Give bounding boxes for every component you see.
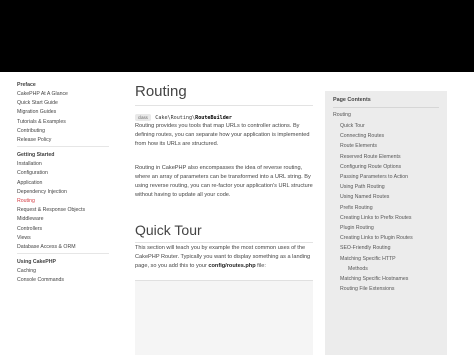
sidebar-section-getting-started[interactable]: Getting Started	[17, 152, 54, 158]
sidebar-item-release-policy[interactable]: Release Policy	[17, 137, 51, 143]
sidebar-item-database-access-orm[interactable]: Database Access & ORM	[17, 244, 76, 250]
sidebar-section-preface[interactable]: Preface	[17, 82, 36, 88]
toc-item-prefix-routing[interactable]: Prefix Routing	[340, 205, 373, 211]
sidebar-nav: Preface CakePHP At A Glance Quick Start Gu…	[0, 72, 120, 355]
page-title: Routing	[135, 83, 187, 100]
intro-paragraph: Routing provides you tools that map URLs…	[135, 123, 310, 148]
sidebar-item-migration-guides[interactable]: Migration Guides	[17, 109, 56, 115]
sidebar-item-configuration[interactable]: Configuration	[17, 170, 48, 176]
page-contents-divider	[333, 107, 439, 108]
toc-item-plugin-routing[interactable]: Plugin Routing	[340, 225, 374, 231]
routes-file-name: config/routes.php	[208, 263, 256, 270]
quick-tour-text-b: file:	[255, 263, 266, 270]
toc-item-seo-friendly-routing[interactable]: SEO-Friendly Routing	[340, 245, 390, 251]
toc-item-matching-specific-hostnames[interactable]: Matching Specific Hostnames	[340, 276, 408, 282]
toc-item-creating-links-to-plugin-routes[interactable]: Creating Links to Plugin Routes	[340, 235, 413, 241]
page-contents-panel: Page Contents Routing Quick Tour Connectin…	[325, 91, 447, 355]
class-tag: class	[135, 114, 151, 121]
quick-tour-heading: Quick Tour	[135, 222, 202, 238]
toc-item-routing-file-extensions[interactable]: Routing File Extensions	[340, 286, 395, 292]
toc-item-quick-tour[interactable]: Quick Tour	[340, 123, 365, 129]
sidebar-section-divider	[17, 253, 109, 255]
reverse-routing-paragraph: Routing in CakePHP also encompasses the …	[135, 165, 313, 199]
sidebar-item-tutorials-examples[interactable]: Tutorials & Examples	[17, 119, 66, 125]
toc-item-creating-links-to-prefix-routes[interactable]: Creating Links to Prefix Routes	[340, 215, 412, 221]
toc-item-routing[interactable]: Routing	[333, 112, 351, 118]
sidebar-item-caching[interactable]: Caching	[17, 268, 36, 274]
toc-item-connecting-routes[interactable]: Connecting Routes	[340, 133, 384, 139]
toc-item-matching-specific-http[interactable]: Matching Specific HTTP	[340, 256, 396, 262]
sidebar-item-application[interactable]: Application	[17, 180, 42, 186]
toc-item-configuring-route-options[interactable]: Configuring Route Options	[340, 164, 401, 170]
quick-tour-paragraph: This section will teach you by example t…	[135, 244, 315, 271]
toc-item-passing-parameters-to-action[interactable]: Passing Parameters to Action	[340, 174, 408, 180]
sidebar-item-console-commands[interactable]: Console Commands	[17, 277, 64, 283]
sidebar-section-divider	[17, 146, 109, 148]
toc-item-methods: Methods	[348, 265, 368, 272]
title-divider	[135, 105, 313, 106]
sidebar-item-middleware[interactable]: Middleware	[17, 216, 44, 222]
sidebar-item-contributing[interactable]: Contributing	[17, 128, 45, 134]
code-block	[135, 280, 313, 355]
sidebar-item-dependency-injection[interactable]: Dependency Injection	[17, 189, 67, 195]
sidebar-item-views[interactable]: Views	[17, 235, 31, 241]
sidebar-item-request-response-objects[interactable]: Request & Response Objects	[17, 207, 85, 213]
toc-item-route-elements[interactable]: Route Elements	[340, 143, 377, 149]
toc-item-using-path-routing[interactable]: Using Path Routing	[340, 184, 385, 190]
sidebar-item-installation[interactable]: Installation	[17, 161, 42, 167]
sidebar-item-quick-start-guide[interactable]: Quick Start Guide	[17, 100, 58, 106]
toc-item-reserved-route-elements[interactable]: Reserved Route Elements	[340, 154, 401, 160]
main-content: Routing class Cake\Routing\RouteBuilder …	[121, 72, 321, 355]
quick-tour-divider	[135, 242, 313, 243]
sidebar-item-cakephp-at-a-glance[interactable]: CakePHP At A Glance	[17, 91, 68, 97]
page-contents-title: Page Contents	[333, 97, 371, 103]
class-signature: class Cake\Routing\RouteBuilder	[135, 114, 232, 121]
toc-item-using-named-routes[interactable]: Using Named Routes	[340, 194, 389, 200]
sidebar-section-using-cakephp[interactable]: Using CakePHP	[17, 259, 56, 265]
browser-viewport: Preface CakePHP At A Glance Quick Start Gu…	[0, 72, 474, 355]
class-namespace: Cake\Routing\	[155, 115, 196, 121]
class-name: RouteBuilder	[195, 115, 232, 121]
sidebar-item-controllers[interactable]: Controllers	[17, 226, 42, 232]
sidebar-item-routing[interactable]: Routing	[17, 198, 35, 204]
